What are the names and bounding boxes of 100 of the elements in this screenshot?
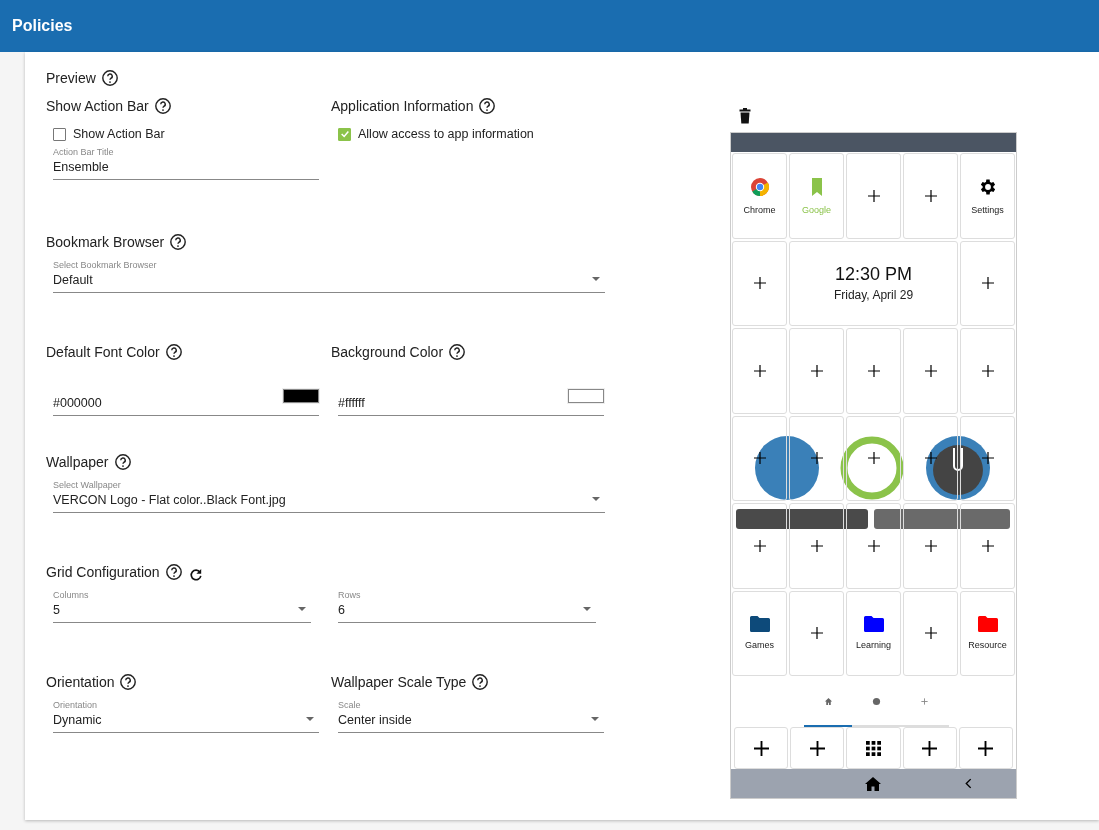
add-tile[interactable] bbox=[732, 503, 787, 589]
folder-tile[interactable]: Resource bbox=[960, 590, 1015, 676]
add-icon bbox=[920, 696, 930, 706]
section-title: Wallpaper bbox=[46, 454, 109, 470]
text-field[interactable]: Action Bar Title Ensemble bbox=[53, 147, 319, 180]
home-icon bbox=[823, 696, 833, 706]
color-field[interactable]: #000000 bbox=[53, 388, 253, 415]
back-icon[interactable] bbox=[965, 778, 972, 789]
folder-label: Learning bbox=[856, 640, 891, 651]
add-tile[interactable] bbox=[903, 415, 958, 501]
help-icon[interactable] bbox=[153, 97, 172, 115]
add-icon bbox=[809, 740, 825, 756]
app-label: Chrome bbox=[743, 204, 776, 215]
color-field[interactable]: #ffffff bbox=[338, 388, 538, 415]
add-icon bbox=[981, 539, 994, 552]
folder-label: Games bbox=[745, 640, 774, 651]
section-title: Grid Configuration bbox=[46, 564, 160, 580]
select-field[interactable]: Select Bookmark Browser Default bbox=[53, 260, 605, 293]
app-tile[interactable]: Chrome bbox=[732, 153, 787, 239]
add-tile[interactable] bbox=[846, 503, 901, 589]
add-icon bbox=[810, 364, 823, 377]
add-tile[interactable] bbox=[846, 153, 901, 239]
add-icon bbox=[810, 539, 823, 552]
add-icon bbox=[924, 452, 937, 465]
add-tile[interactable] bbox=[732, 240, 787, 326]
home-icon[interactable] bbox=[865, 776, 881, 791]
help-icon[interactable] bbox=[169, 233, 188, 251]
app-label: Google bbox=[802, 204, 831, 215]
add-icon bbox=[924, 364, 937, 377]
trash-icon[interactable] bbox=[739, 108, 751, 124]
add-tile[interactable] bbox=[960, 415, 1015, 501]
grid-icon bbox=[866, 740, 881, 756]
color-swatch[interactable] bbox=[282, 388, 320, 404]
add-icon bbox=[867, 189, 880, 202]
help-icon[interactable] bbox=[478, 97, 497, 115]
add-tile[interactable] bbox=[789, 503, 844, 589]
add-icon bbox=[753, 364, 766, 377]
add-icon bbox=[867, 539, 880, 552]
help-icon[interactable] bbox=[100, 69, 119, 87]
select-field[interactable]: Scale Center inside bbox=[338, 700, 604, 733]
add-tile[interactable] bbox=[960, 328, 1015, 414]
folder-tile[interactable]: Games bbox=[732, 590, 787, 676]
help-icon[interactable] bbox=[164, 563, 183, 581]
add-icon bbox=[810, 452, 823, 465]
checkbox[interactable] bbox=[53, 127, 66, 141]
page-title: Policies bbox=[12, 17, 73, 35]
checkbox-label: Allow access to app information bbox=[358, 127, 534, 141]
add-icon bbox=[867, 452, 880, 465]
add-icon bbox=[867, 364, 880, 377]
section-title: Background Color bbox=[331, 344, 444, 360]
add-icon bbox=[981, 364, 994, 377]
help-icon[interactable] bbox=[448, 343, 467, 361]
clock-widget[interactable]: 12:30 PM Friday, April 29 bbox=[789, 240, 958, 326]
add-tile[interactable] bbox=[732, 328, 787, 414]
section-title: Wallpaper Scale Type bbox=[331, 674, 467, 690]
add-icon bbox=[753, 539, 766, 552]
add-tile[interactable] bbox=[789, 328, 844, 414]
help-icon[interactable] bbox=[113, 453, 132, 471]
dot-icon bbox=[872, 696, 881, 706]
checkbox[interactable] bbox=[338, 127, 351, 141]
add-icon bbox=[753, 277, 766, 290]
add-tile[interactable] bbox=[960, 240, 1015, 326]
app-tile[interactable]: Settings bbox=[960, 153, 1015, 239]
add-icon bbox=[753, 452, 766, 465]
checkbox-label: Show Action Bar bbox=[73, 127, 165, 141]
folder-tile[interactable]: Learning bbox=[846, 590, 901, 676]
add-icon bbox=[924, 539, 937, 552]
section-title: Bookmark Browser bbox=[46, 234, 165, 250]
section-title: Orientation bbox=[46, 674, 115, 690]
add-tile[interactable] bbox=[903, 328, 958, 414]
add-tile[interactable] bbox=[903, 153, 958, 239]
help-icon[interactable] bbox=[471, 673, 490, 691]
add-tile[interactable] bbox=[789, 590, 844, 676]
add-tile[interactable] bbox=[846, 415, 901, 501]
select-field[interactable]: Select Wallpaper VERCON Logo - Flat color..Black Font.jpg bbox=[53, 480, 605, 513]
folder-label: Resource bbox=[968, 640, 1007, 651]
add-tile[interactable] bbox=[903, 590, 958, 676]
add-icon bbox=[924, 627, 937, 640]
add-icon bbox=[810, 627, 823, 640]
section-title: Show Action Bar bbox=[46, 98, 149, 114]
add-tile[interactable] bbox=[732, 415, 787, 501]
section-title: Application Information bbox=[331, 98, 474, 114]
add-tile[interactable] bbox=[960, 503, 1015, 589]
add-tile[interactable] bbox=[846, 328, 901, 414]
select-field[interactable]: Orientation Dynamic bbox=[53, 700, 319, 733]
section-title: Preview bbox=[46, 70, 96, 86]
color-swatch[interactable] bbox=[567, 388, 605, 404]
add-icon bbox=[922, 740, 938, 756]
help-icon[interactable] bbox=[164, 343, 183, 361]
app-label: Settings bbox=[971, 204, 1004, 215]
add-icon bbox=[981, 277, 994, 290]
section-title: Default Font Color bbox=[46, 344, 160, 360]
app-drawer-button[interactable] bbox=[846, 727, 901, 769]
select-field[interactable]: Columns 5 bbox=[53, 590, 311, 623]
add-tile[interactable] bbox=[789, 415, 844, 501]
add-icon bbox=[981, 452, 994, 465]
chrome-icon bbox=[749, 176, 770, 197]
select-field[interactable]: Rows 6 bbox=[338, 590, 596, 623]
add-tile[interactable] bbox=[903, 503, 958, 589]
help-icon[interactable] bbox=[119, 673, 138, 691]
